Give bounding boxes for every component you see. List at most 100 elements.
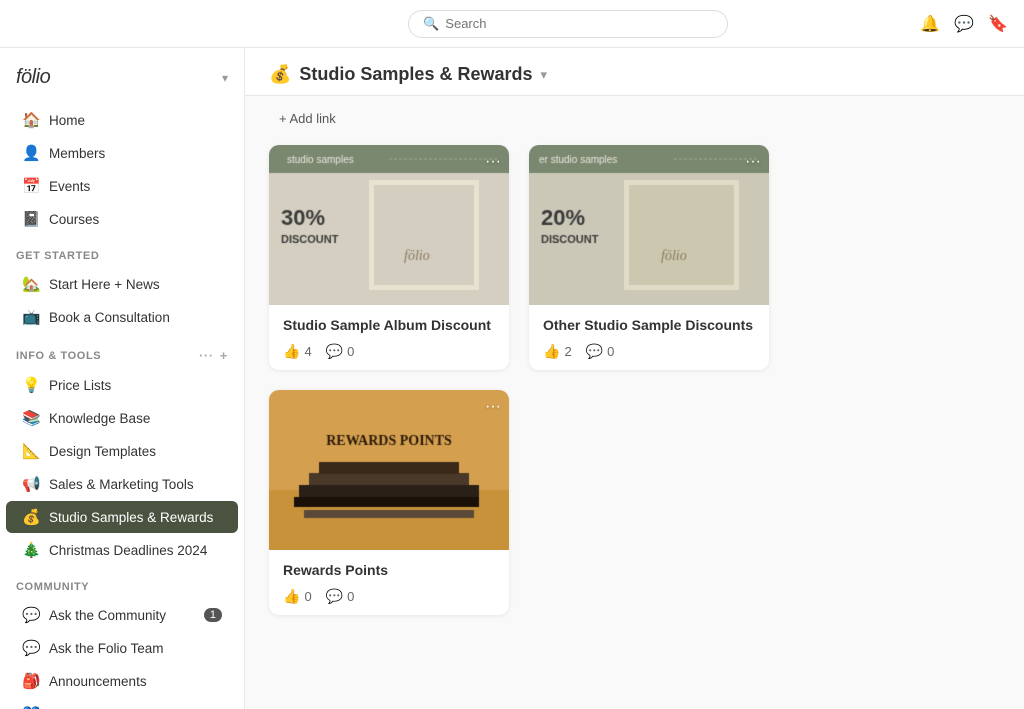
sidebar-item-book-consultation[interactable]: 📺 Book a Consultation: [6, 301, 238, 333]
sidebar-item-label: Design Templates: [49, 444, 156, 459]
add-link-label: + Add link: [279, 111, 336, 126]
sidebar-item-studio-samples[interactable]: 💰 Studio Samples & Rewards: [6, 501, 238, 533]
sidebar-item-price-lists[interactable]: 💡 Price Lists: [6, 369, 238, 401]
ask-community-icon: 💬: [22, 606, 40, 624]
sidebar-item-members[interactable]: 👤 Members: [6, 137, 238, 169]
card-image-1: ···: [269, 145, 509, 305]
card-menu-3[interactable]: ···: [485, 398, 501, 416]
sidebar-item-label: Studio Samples & Rewards: [49, 510, 213, 525]
card-comments-2[interactable]: 💬 0: [586, 343, 615, 360]
sidebar-item-label: Knowledge Base: [49, 411, 150, 426]
card-studio-sample-album[interactable]: ··· Studio Sample Album Discount 👍 4 💬 0: [269, 145, 509, 370]
sidebar-item-announcements[interactable]: 🎒 Announcements: [6, 665, 238, 697]
studio-samples-icon: 💰: [22, 508, 40, 526]
sidebar: fölio ▾ 🏠 Home 👤 Members 📅 Events 📓 Cour…: [0, 48, 245, 709]
sidebar-item-label: Courses: [49, 212, 99, 227]
like-icon-1: 👍: [283, 343, 300, 360]
content-area: 💰 Studio Samples & Rewards ▾ + Add link …: [245, 48, 1024, 709]
price-lists-icon: 💡: [22, 376, 40, 394]
card-title-3: Rewards Points: [283, 562, 495, 578]
page-title: Studio Samples & Rewards: [299, 64, 532, 85]
start-here-icon: 🏡: [22, 275, 40, 293]
page-title-row: 💰 Studio Samples & Rewards ▾: [269, 64, 547, 85]
cards-grid: ··· Studio Sample Album Discount 👍 4 💬 0: [245, 141, 1024, 639]
card-likes-1[interactable]: 👍 4: [283, 343, 312, 360]
sidebar-item-home[interactable]: 🏠 Home: [6, 104, 238, 136]
logo-text: fölio: [16, 66, 50, 89]
bookmark-icon[interactable]: 🔖: [988, 14, 1008, 34]
card-body-1: Studio Sample Album Discount 👍 4 💬 0: [269, 305, 509, 370]
home-icon: 🏠: [22, 111, 40, 129]
card-comments-1[interactable]: 💬 0: [326, 343, 355, 360]
add-link-button[interactable]: + Add link: [269, 106, 346, 131]
sidebar-item-start-here[interactable]: 🏡 Start Here + News: [6, 268, 238, 300]
sidebar-item-christmas-deadlines[interactable]: 🎄 Christmas Deadlines 2024: [6, 534, 238, 566]
christmas-icon: 🎄: [22, 541, 40, 559]
sidebar-item-label: Start Here + News: [49, 277, 160, 292]
card-comments-3[interactable]: 💬 0: [326, 588, 355, 605]
info-tools-section: INFO & TOOLS ··· +: [0, 334, 244, 368]
comment-icon-1: 💬: [326, 343, 343, 360]
card-likes-2[interactable]: 👍 2: [543, 343, 572, 360]
sidebar-item-ask-folio-team[interactable]: 💬 Ask the Folio Team: [6, 632, 238, 664]
sidebar-item-label: Home: [49, 113, 85, 128]
sidebar-item-ambassadors[interactable]: 💙 Ambassadors: [6, 698, 238, 709]
card-image-2: ···: [529, 145, 769, 305]
sidebar-item-label: Sales & Marketing Tools: [49, 477, 194, 492]
search-bar[interactable]: 🔍: [408, 10, 728, 38]
sidebar-item-knowledge-base[interactable]: 📚 Knowledge Base: [6, 402, 238, 434]
card-title-1: Studio Sample Album Discount: [283, 317, 495, 333]
sidebar-item-design-templates[interactable]: 📐 Design Templates: [6, 435, 238, 467]
logo-chevron[interactable]: ▾: [222, 71, 228, 85]
search-input[interactable]: [445, 16, 713, 31]
card-footer-2: 👍 2 💬 0: [543, 343, 755, 360]
title-chevron-icon[interactable]: ▾: [540, 67, 547, 83]
consultation-icon: 📺: [22, 308, 40, 326]
section-add-icon[interactable]: +: [220, 348, 228, 363]
folio-team-icon: 💬: [22, 639, 40, 657]
community-badge: 1: [204, 608, 222, 622]
card-footer-1: 👍 4 💬 0: [283, 343, 495, 360]
card-footer-3: 👍 0 💬 0: [283, 588, 495, 605]
sidebar-logo: fölio ▾: [0, 60, 244, 103]
design-templates-icon: 📐: [22, 442, 40, 460]
card-menu-2[interactable]: ···: [745, 153, 761, 171]
like-icon-3: 👍: [283, 588, 300, 605]
card-rewards-points[interactable]: ··· Rewards Points 👍 0 💬 0: [269, 390, 509, 615]
sidebar-item-courses[interactable]: 📓 Courses: [6, 203, 238, 235]
card-menu-1[interactable]: ···: [485, 153, 501, 171]
sidebar-item-label: Announcements: [49, 674, 147, 689]
sidebar-item-label: Events: [49, 179, 90, 194]
sidebar-item-sales-marketing[interactable]: 📢 Sales & Marketing Tools: [6, 468, 238, 500]
section-more-icon[interactable]: ···: [199, 348, 214, 363]
events-icon: 📅: [22, 177, 40, 195]
sidebar-item-label: Christmas Deadlines 2024: [49, 543, 207, 558]
comment-icon-2: 💬: [586, 343, 603, 360]
sidebar-item-label: Price Lists: [49, 378, 111, 393]
sidebar-item-label: Members: [49, 146, 105, 161]
page-icon: 💰: [269, 64, 291, 85]
sidebar-item-label: Ask the Folio Team: [49, 641, 164, 656]
message-icon[interactable]: 💬: [954, 14, 974, 34]
card-likes-3[interactable]: 👍 0: [283, 588, 312, 605]
sidebar-item-events[interactable]: 📅 Events: [6, 170, 238, 202]
get-started-section: GET STARTED: [0, 236, 244, 267]
announcements-icon: 🎒: [22, 672, 40, 690]
notification-icon[interactable]: 🔔: [920, 14, 940, 34]
members-icon: 👤: [22, 144, 40, 162]
sales-marketing-icon: 📢: [22, 475, 40, 493]
card-image-3: ···: [269, 390, 509, 550]
ambassadors-icon: 💙: [22, 705, 40, 709]
content-header: 💰 Studio Samples & Rewards ▾: [245, 48, 1024, 96]
sidebar-item-label: Book a Consultation: [49, 310, 170, 325]
topbar-icons: 🔔 💬 🔖: [920, 14, 1008, 34]
like-icon-2: 👍: [543, 343, 560, 360]
card-body-3: Rewards Points 👍 0 💬 0: [269, 550, 509, 615]
knowledge-base-icon: 📚: [22, 409, 40, 427]
card-body-2: Other Studio Sample Discounts 👍 2 💬 0: [529, 305, 769, 370]
sidebar-item-ask-community[interactable]: 💬 Ask the Community 1: [6, 599, 238, 631]
community-section: COMMUNITY: [0, 567, 244, 598]
card-other-studio-samples[interactable]: ··· Other Studio Sample Discounts 👍 2 💬 …: [529, 145, 769, 370]
courses-icon: 📓: [22, 210, 40, 228]
topbar: 🔍 🔔 💬 🔖: [0, 0, 1024, 48]
